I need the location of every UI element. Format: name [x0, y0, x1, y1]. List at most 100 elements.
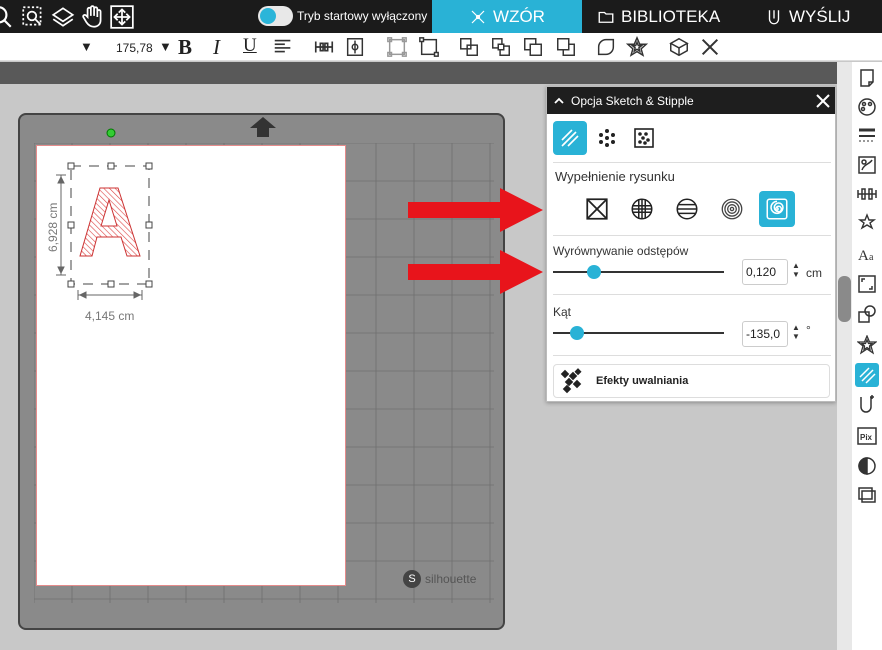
divider: [553, 355, 831, 356]
folder-icon: [598, 11, 614, 23]
selection-width-label: 4,145 cm: [85, 309, 135, 323]
text-box-icon[interactable]: [386, 36, 410, 58]
workspace-top-strip: [0, 62, 852, 84]
release-effects-icon: [560, 368, 582, 394]
fill-heading: Wypełnienie rysunku: [555, 169, 675, 184]
trace-icon[interactable]: [855, 454, 879, 478]
bring-forward-icon[interactable]: [522, 36, 546, 58]
line-spacing-icon[interactable]: [344, 36, 368, 58]
line-style-icon[interactable]: [855, 124, 879, 148]
spacing-label: Wyrównywanie odstępów: [553, 244, 689, 258]
delete-icon[interactable]: [699, 36, 723, 58]
scrollbar-thumb[interactable]: [838, 276, 851, 322]
stipple-pattern-mode-button[interactable]: [627, 121, 661, 155]
resize-handle[interactable]: [107, 280, 115, 288]
text-style-icon[interactable]: Aa: [855, 242, 879, 266]
3d-box-icon[interactable]: [668, 36, 692, 58]
send-icon: [768, 9, 780, 24]
resize-handle[interactable]: [67, 221, 75, 229]
pan-hand-icon[interactable]: [80, 4, 106, 30]
angle-input[interactable]: -135,0: [742, 321, 788, 347]
fill-color-icon[interactable]: [855, 95, 879, 119]
close-icon[interactable]: [811, 89, 835, 113]
offset-star-icon[interactable]: [855, 333, 879, 357]
ungroup-icon[interactable]: [490, 36, 514, 58]
align-tool-icon[interactable]: [855, 182, 879, 206]
release-effects-label: Efekty uwalniania: [596, 375, 689, 387]
top-bar: Tryb startowy wyłączony WZÓR BIBLIOTEKA …: [0, 0, 882, 33]
move-view-icon[interactable]: [109, 4, 135, 30]
font-size-caret[interactable]: ▼: [159, 39, 172, 54]
annotation-arrow-icon: [408, 250, 543, 294]
sketch-mode-button[interactable]: [553, 121, 587, 155]
spacing-stepper[interactable]: ▲ ▼: [792, 261, 800, 279]
fill-lines-option[interactable]: [669, 191, 705, 227]
fill-spiral-option[interactable]: [759, 191, 795, 227]
spacing-input[interactable]: 0,120: [742, 259, 788, 285]
startup-mode-label: Tryb startowy wyłączony: [297, 9, 428, 23]
tab-design-label: WZÓR: [493, 6, 545, 26]
resize-handle[interactable]: [67, 162, 75, 170]
weld-icon[interactable]: [595, 36, 619, 58]
divider: [553, 162, 831, 163]
char-spacing-icon[interactable]: [313, 36, 337, 58]
send-backward-icon[interactable]: [555, 36, 579, 58]
rotate-handle[interactable]: [106, 128, 116, 138]
align-left-icon[interactable]: [272, 36, 296, 58]
stipple-mode-button[interactable]: [590, 121, 624, 155]
angle-slider-handle[interactable]: [569, 326, 584, 340]
startup-mode-toggle[interactable]: [258, 6, 293, 26]
fill-none-option[interactable]: [579, 191, 615, 227]
font-dropdown-caret[interactable]: ▼: [80, 39, 93, 54]
zoom-icon[interactable]: [0, 4, 14, 30]
resize-handle[interactable]: [145, 162, 153, 170]
underline-button[interactable]: U: [243, 35, 257, 57]
tab-library-label: BIBLIOTEKA: [621, 6, 721, 26]
spacing-slider-track[interactable]: [553, 271, 724, 273]
spacing-slider-handle[interactable]: [587, 265, 602, 279]
italic-button[interactable]: I: [213, 35, 220, 60]
resize-handle[interactable]: [107, 162, 115, 170]
spiral-icon: [766, 198, 788, 220]
send-panel-icon[interactable]: [855, 392, 879, 416]
silhouette-logo: Ssilhouette: [403, 570, 476, 588]
collapse-chevron-icon[interactable]: [553, 95, 565, 107]
tab-library[interactable]: BIBLIOTEKA: [597, 0, 720, 33]
star-shape-icon[interactable]: [625, 35, 650, 58]
modify-shapes-icon[interactable]: [855, 302, 879, 326]
striped-sphere-icon: [676, 198, 698, 220]
resize-handle[interactable]: [67, 280, 75, 288]
text-path-icon[interactable]: [418, 36, 442, 58]
release-effects-button[interactable]: Efekty uwalniania: [553, 364, 830, 398]
group-icon[interactable]: [458, 36, 482, 58]
sketch-stipple-tool-icon[interactable]: [855, 363, 879, 387]
dotted-square-icon: [634, 128, 654, 148]
transform-icon[interactable]: [855, 272, 879, 296]
sketch-stipple-panel: Opcja Sketch & Stipple Wypełnienie rysun…: [546, 86, 836, 402]
tab-send[interactable]: WYŚLIJ: [765, 0, 850, 33]
angle-label: Kąt: [553, 305, 572, 319]
brand-text: silhouette: [425, 572, 477, 586]
tab-design[interactable]: WZÓR: [432, 0, 582, 33]
bold-button[interactable]: B: [178, 35, 192, 60]
concentric-circles-icon: [721, 198, 743, 220]
fill-concentric-option[interactable]: [714, 191, 750, 227]
zoom-selection-icon[interactable]: [20, 4, 46, 30]
pixscan-icon[interactable]: Pix: [855, 424, 879, 448]
resize-handle[interactable]: [145, 221, 153, 229]
angle-stepper[interactable]: ▲ ▼: [792, 323, 800, 341]
fit-to-mat-icon[interactable]: [50, 4, 76, 30]
divider: [553, 294, 831, 295]
font-size-value[interactable]: 175,78: [116, 41, 153, 55]
fill-grid-option[interactable]: [624, 191, 660, 227]
resize-handle[interactable]: [145, 280, 153, 288]
pattern-fill-icon[interactable]: [855, 153, 879, 177]
replicate-icon[interactable]: [855, 211, 879, 235]
library-panel-icon[interactable]: [855, 483, 879, 507]
divider: [553, 235, 831, 236]
spacing-unit: cm: [806, 266, 822, 280]
page-setup-icon[interactable]: [855, 66, 879, 90]
panel-title: Opcja Sketch & Stipple: [571, 93, 694, 108]
vertical-scrollbar[interactable]: [837, 62, 852, 650]
grid-sphere-icon: [631, 198, 653, 220]
